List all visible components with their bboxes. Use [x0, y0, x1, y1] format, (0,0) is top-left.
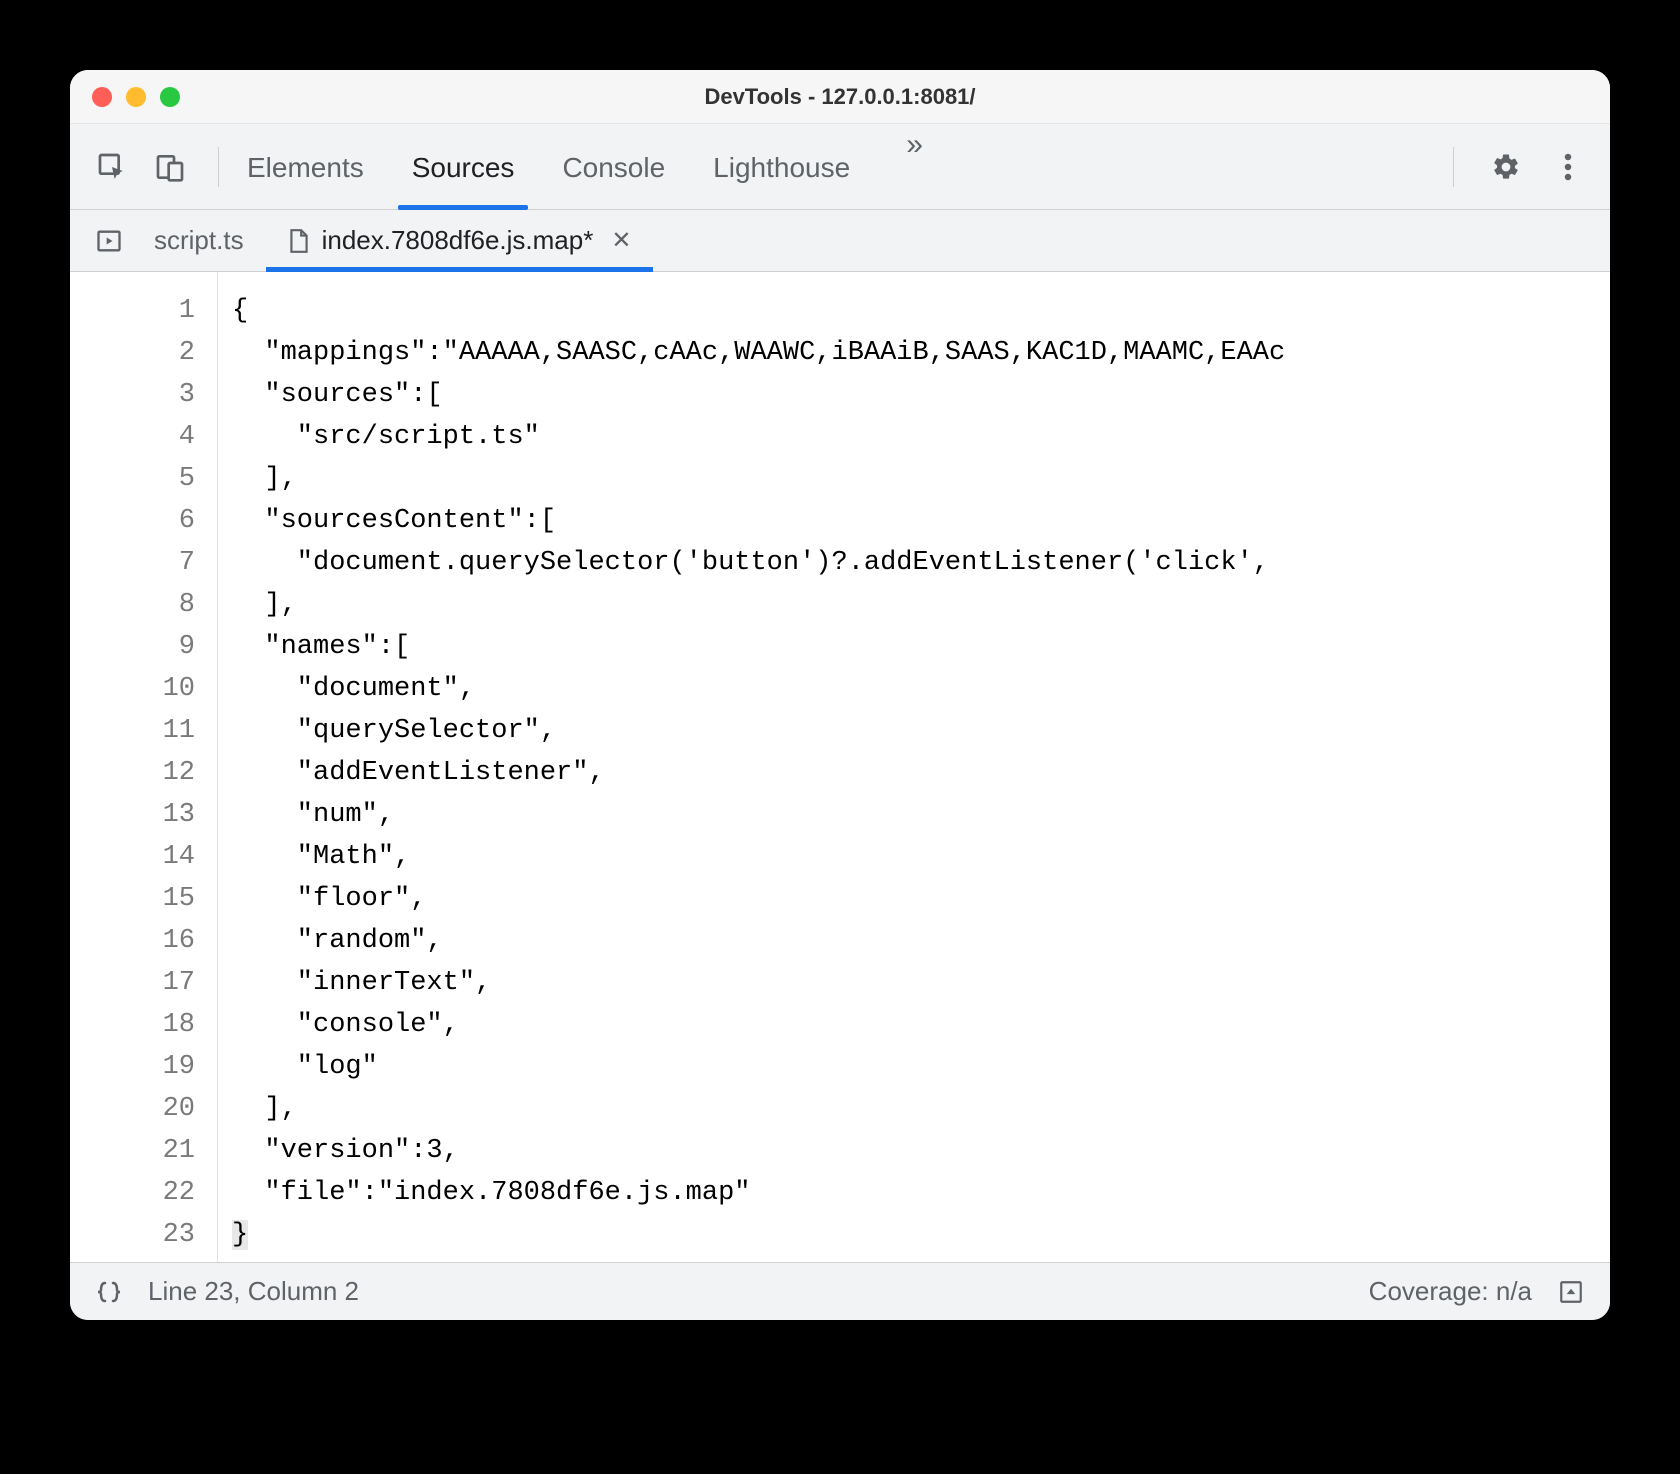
line-number: 10 — [70, 668, 195, 710]
code-line[interactable]: ], — [232, 584, 1610, 626]
tab-elements[interactable]: Elements — [247, 128, 364, 206]
code-line[interactable]: "addEventListener", — [232, 752, 1610, 794]
code-line[interactable]: "src/script.ts" — [232, 416, 1610, 458]
more-panels-icon[interactable]: » — [898, 128, 931, 206]
code-line[interactable]: "version":3, — [232, 1130, 1610, 1172]
main-toolbar: Elements Sources Console Lighthouse » — [70, 124, 1610, 210]
line-number: 6 — [70, 500, 195, 542]
code-line[interactable]: "sourcesContent":[ — [232, 500, 1610, 542]
line-number: 17 — [70, 962, 195, 1004]
code-line[interactable]: "names":[ — [232, 626, 1610, 668]
code-line[interactable]: "floor", — [232, 878, 1610, 920]
line-number: 23 — [70, 1214, 195, 1256]
code-line[interactable]: "num", — [232, 794, 1610, 836]
file-tabs: script.ts index.7808df6e.js.map* ✕ — [70, 210, 1610, 272]
code-line[interactable]: "random", — [232, 920, 1610, 962]
tab-sources[interactable]: Sources — [412, 128, 515, 206]
line-number: 18 — [70, 1004, 195, 1046]
window-title: DevTools - 127.0.0.1:8081/ — [70, 84, 1610, 110]
line-number: 11 — [70, 710, 195, 752]
file-tab-script[interactable]: script.ts — [132, 210, 266, 271]
code-line[interactable]: ], — [232, 458, 1610, 500]
pretty-print-icon[interactable] — [92, 1275, 126, 1309]
gear-icon[interactable] — [1486, 147, 1526, 187]
line-number: 3 — [70, 374, 195, 416]
file-tab-label: index.7808df6e.js.map* — [322, 225, 594, 256]
zoom-window-button[interactable] — [160, 87, 180, 107]
code-line[interactable]: "document.querySelector('button')?.addEv… — [232, 542, 1610, 584]
code-line[interactable]: "innerText", — [232, 962, 1610, 1004]
line-number: 14 — [70, 836, 195, 878]
devtools-window: DevTools - 127.0.0.1:8081/ Elements Sour… — [70, 70, 1610, 1320]
titlebar: DevTools - 127.0.0.1:8081/ — [70, 70, 1610, 124]
line-number: 9 — [70, 626, 195, 668]
line-number: 5 — [70, 458, 195, 500]
tab-console[interactable]: Console — [562, 128, 665, 206]
code-line[interactable]: ], — [232, 1088, 1610, 1130]
line-number: 2 — [70, 332, 195, 374]
code-line[interactable]: "console", — [232, 1004, 1610, 1046]
navigator-toggle-icon[interactable] — [86, 210, 132, 271]
file-icon — [288, 228, 310, 254]
line-number: 7 — [70, 542, 195, 584]
close-window-button[interactable] — [92, 87, 112, 107]
cursor-position: Line 23, Column 2 — [148, 1276, 359, 1307]
code-line[interactable]: "mappings":"AAAAA,SAASC,cAAc,WAAWC,iBAAi… — [232, 332, 1610, 374]
code-line[interactable]: { — [232, 290, 1610, 332]
traffic-lights — [70, 87, 180, 107]
code-line[interactable]: "sources":[ — [232, 374, 1610, 416]
line-number: 22 — [70, 1172, 195, 1214]
toolbar-right — [1443, 147, 1588, 187]
close-icon[interactable]: ✕ — [605, 226, 631, 255]
minimize-window-button[interactable] — [126, 87, 146, 107]
coverage-status: Coverage: n/a — [1369, 1276, 1532, 1307]
code-line[interactable]: "Math", — [232, 836, 1610, 878]
code-line[interactable]: "file":"index.7808df6e.js.map" — [232, 1172, 1610, 1214]
code-line[interactable]: "document", — [232, 668, 1610, 710]
line-number: 19 — [70, 1046, 195, 1088]
line-number: 21 — [70, 1130, 195, 1172]
line-number: 15 — [70, 878, 195, 920]
line-number-gutter: 1234567891011121314151617181920212223 — [70, 272, 218, 1262]
inspect-element-icon[interactable] — [92, 147, 132, 187]
line-number: 4 — [70, 416, 195, 458]
toolbar-divider — [218, 147, 219, 187]
code-line[interactable]: "querySelector", — [232, 710, 1610, 752]
toolbar-divider — [1453, 147, 1454, 187]
file-tab-label: script.ts — [154, 225, 244, 256]
device-toolbar-icon[interactable] — [150, 147, 190, 187]
file-tab-sourcemap[interactable]: index.7808df6e.js.map* ✕ — [266, 210, 654, 271]
line-number: 13 — [70, 794, 195, 836]
line-number: 12 — [70, 752, 195, 794]
line-number: 1 — [70, 290, 195, 332]
code-content[interactable]: { "mappings":"AAAAA,SAASC,cAAc,WAAWC,iBA… — [218, 272, 1610, 1262]
statusbar: Line 23, Column 2 Coverage: n/a — [70, 1262, 1610, 1320]
code-editor[interactable]: 1234567891011121314151617181920212223 { … — [70, 272, 1610, 1262]
line-number: 20 — [70, 1088, 195, 1130]
code-line[interactable]: } — [232, 1214, 248, 1256]
expand-panel-icon[interactable] — [1554, 1275, 1588, 1309]
line-number: 8 — [70, 584, 195, 626]
panel-tabs: Elements Sources Console Lighthouse » — [247, 128, 1425, 206]
kebab-menu-icon[interactable] — [1548, 147, 1588, 187]
tab-lighthouse[interactable]: Lighthouse — [713, 128, 850, 206]
line-number: 16 — [70, 920, 195, 962]
code-line[interactable]: "log" — [232, 1046, 1610, 1088]
